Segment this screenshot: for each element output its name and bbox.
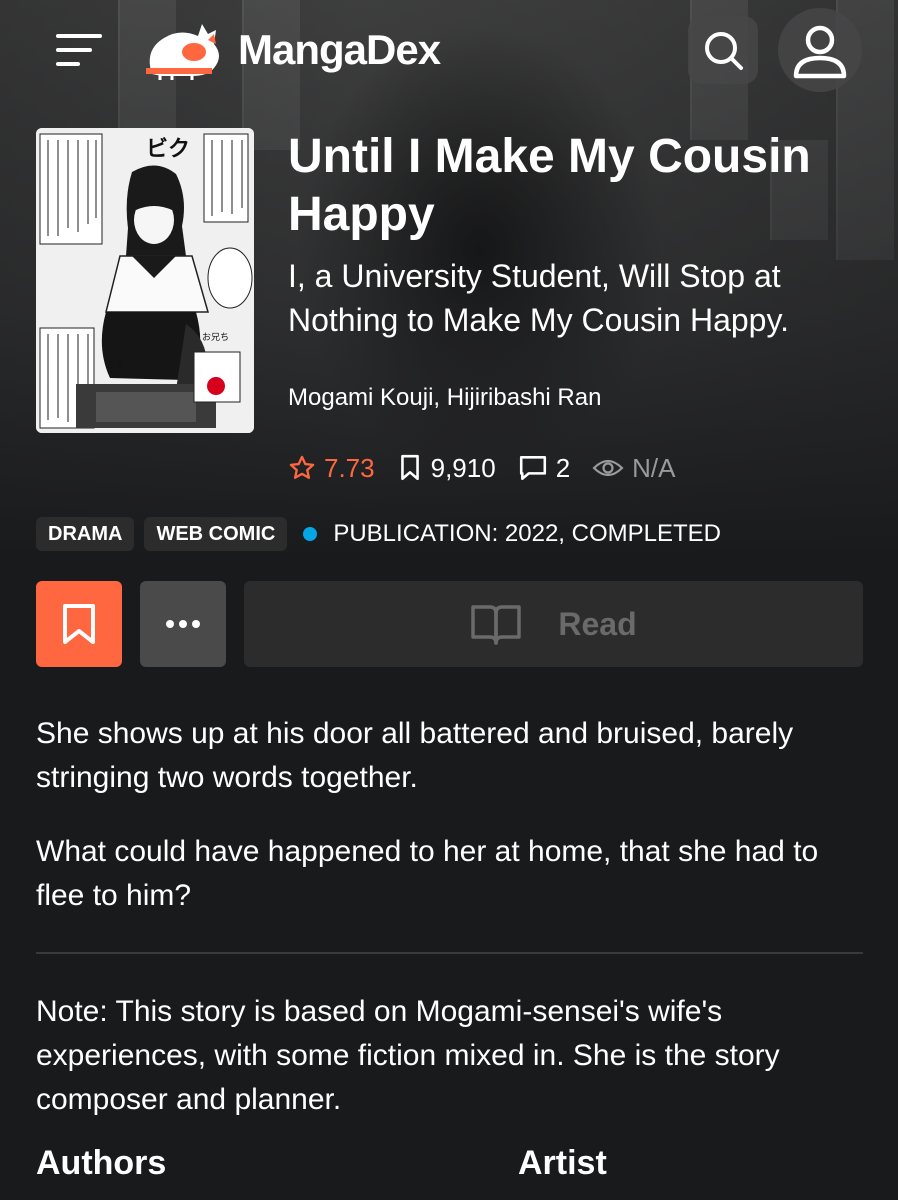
divider [36, 952, 863, 954]
rating-value: 7.73 [324, 452, 375, 483]
description-paragraph-2: What could have happened to her at home,… [36, 835, 819, 912]
stats-row: 7.73 9,910 2 N/A [288, 448, 698, 488]
cover-sfx-small: ぶる [106, 360, 124, 371]
authors-line[interactable]: Mogami Kouji, Hijiribashi Ran [288, 384, 601, 412]
cover-illustration: ビク お兄ち ぶる [36, 128, 254, 433]
read-button[interactable]: Read [244, 581, 863, 667]
follows-value: 9,910 [430, 452, 496, 483]
comment-icon [519, 456, 546, 480]
tag-web-comic[interactable]: WEB COMIC [144, 517, 288, 551]
search-icon [705, 32, 743, 70]
comments-stat[interactable]: 2 [518, 453, 570, 484]
authors-heading: Authors [36, 1144, 167, 1182]
action-buttons: Read [36, 581, 863, 667]
eye-icon [592, 459, 624, 477]
bookmark-icon [400, 454, 419, 481]
logo-text[interactable]: MangaDex [238, 26, 441, 74]
publication-text: PUBLICATION: 2022, COMPLETED [333, 520, 721, 547]
description-note: Note: This story is based on Mogami-sens… [36, 995, 780, 1116]
manga-title: Until I Make My Cousin Happy [288, 130, 811, 241]
menu-icon[interactable] [56, 30, 102, 70]
more-options-button[interactable] [140, 581, 226, 667]
user-menu-button[interactable] [778, 8, 862, 92]
manga-alt-title: I, a University Student, Will Stop at No… [288, 258, 789, 338]
ellipsis-icon [166, 620, 200, 628]
read-label: Read [558, 605, 637, 642]
cat-logo-icon[interactable] [142, 16, 228, 82]
add-to-library-button[interactable] [36, 581, 122, 667]
publication-status: PUBLICATION: 2022, COMPLETED [303, 520, 721, 548]
bookmark-icon [63, 604, 95, 644]
description-paragraph-1: She shows up at his door all battered an… [36, 717, 794, 794]
star-icon [289, 455, 315, 479]
search-button[interactable] [688, 16, 758, 84]
top-bar: MangaDex [0, 0, 898, 100]
tag-drama[interactable]: DRAMA [36, 517, 135, 551]
views-stat: N/A [592, 452, 676, 484]
rating-stat[interactable]: 7.73 [288, 453, 375, 484]
views-value: N/A [632, 452, 676, 483]
cover-sfx-text: ビク [146, 137, 190, 162]
comments-value: 2 [555, 452, 571, 483]
status-dot [303, 527, 318, 541]
cover-speech-text: お兄ち [202, 332, 229, 343]
artist-heading: Artist [518, 1144, 607, 1182]
tags-row: DRAMA WEB COMIC PUBLICATION: 2022, COMPL… [36, 516, 721, 552]
cover-image[interactable]: ビク お兄ち ぶる [36, 128, 254, 433]
book-open-icon [471, 605, 522, 645]
user-icon [793, 25, 847, 79]
follows-stat: 9,910 [397, 453, 496, 484]
